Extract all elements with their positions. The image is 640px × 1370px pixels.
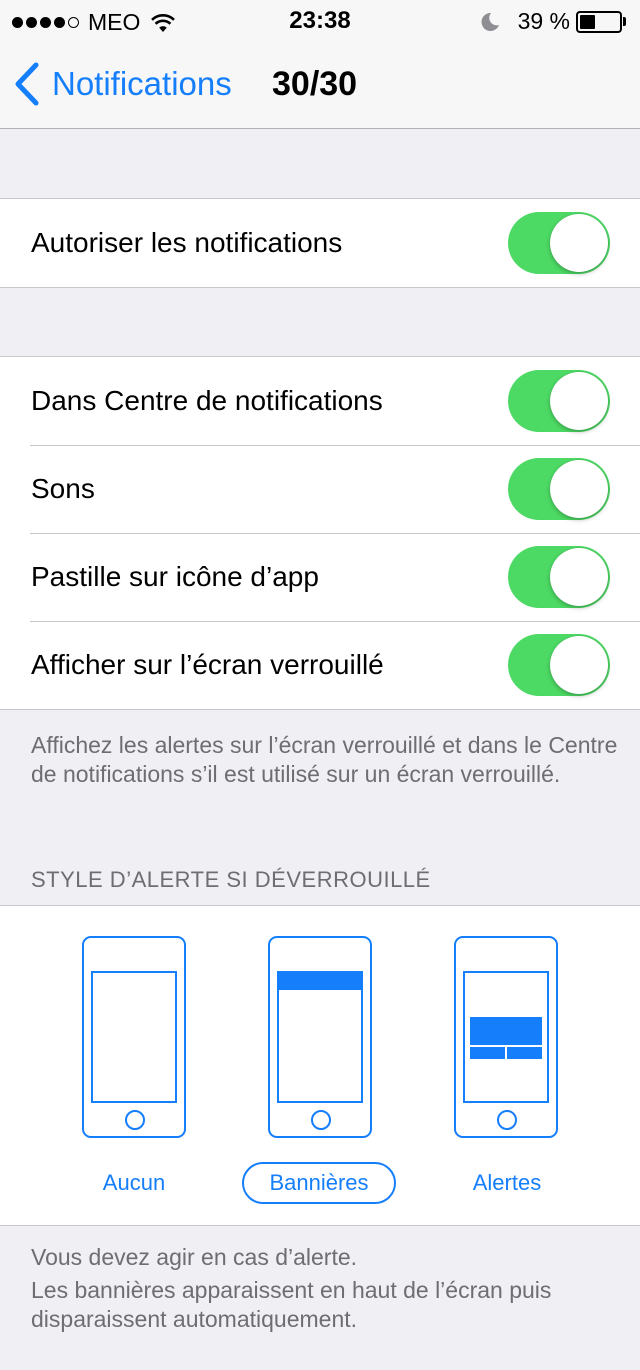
- phone-none-icon: [82, 936, 186, 1138]
- toggle-knob: [550, 548, 608, 606]
- allow-notifications-group: Autoriser les notifications: [0, 198, 640, 288]
- alert-style-picker: Aucun Bannières Alertes: [0, 905, 640, 1226]
- battery-percent: 39 %: [517, 8, 570, 34]
- back-button[interactable]: Notifications: [14, 62, 232, 106]
- battery-tip: [623, 17, 626, 26]
- alert-style-banners[interactable]: Bannières: [220, 906, 420, 1227]
- phone-banner-icon: [268, 936, 372, 1138]
- show-on-lock-screen-label: Afficher sur l’écran verrouillé: [31, 649, 384, 680]
- status-right: 39 %: [480, 8, 626, 35]
- navigation-bar: Notifications 30/30: [0, 40, 640, 129]
- banner-shape: [279, 973, 361, 990]
- show-on-lock-screen-toggle[interactable]: [508, 634, 610, 696]
- notification-center-row: Dans Centre de notifications: [0, 357, 640, 445]
- phone-screen: [463, 971, 549, 1103]
- sounds-toggle[interactable]: [508, 458, 610, 520]
- alert-style-alerts[interactable]: Alertes: [406, 906, 606, 1227]
- toggle-knob: [550, 636, 608, 694]
- alert-button-shape: [507, 1047, 542, 1059]
- alert-style-none[interactable]: Aucun: [34, 906, 234, 1227]
- sounds-label: Sons: [31, 473, 95, 504]
- alert-style-footer-2: Les bannières apparaissent en haut de l’…: [31, 1277, 552, 1332]
- allow-notifications-toggle[interactable]: [508, 212, 610, 274]
- moon-icon: [481, 12, 499, 31]
- lock-screen-footer: Affichez les alertes sur l’écran verroui…: [31, 732, 618, 787]
- alert-box-shape: [470, 1017, 542, 1045]
- chevron-left-icon: [15, 62, 39, 106]
- alert-style-footer-1: Vous devez agir en cas d’alerte.: [31, 1244, 358, 1270]
- badge-app-icon-row: Pastille sur icône d’app: [0, 533, 640, 621]
- sounds-row: Sons: [0, 445, 640, 533]
- alert-style-banners-label: Bannières: [242, 1162, 396, 1204]
- battery-fill: [580, 14, 595, 29]
- phone-screen: [277, 971, 363, 1103]
- notification-center-toggle[interactable]: [508, 370, 610, 432]
- toggle-knob: [550, 372, 608, 430]
- battery-icon: [576, 10, 622, 33]
- toggle-knob: [550, 214, 608, 272]
- notification-center-label: Dans Centre de notifications: [31, 385, 383, 416]
- home-button-icon: [497, 1110, 517, 1130]
- alert-button-shape: [470, 1047, 505, 1059]
- alert-style-alerts-label: Alertes: [472, 1170, 542, 1195]
- page-title: 30/30: [272, 65, 358, 103]
- back-label: Notifications: [52, 65, 232, 102]
- toggle-knob: [550, 460, 608, 518]
- show-on-lock-screen-row: Afficher sur l’écran verrouillé: [0, 621, 640, 709]
- home-button-icon: [311, 1110, 331, 1130]
- badge-app-icon-toggle[interactable]: [508, 546, 610, 608]
- status-bar: MEO 23:38 39 %: [0, 0, 640, 40]
- allow-notifications-label: Autoriser les notifications: [31, 227, 343, 258]
- alert-style-header: STYLE D’ALERTE SI DÉVERROUILLÉ: [31, 867, 431, 892]
- alert-style-none-label: Aucun: [102, 1170, 166, 1195]
- allow-notifications-row: Autoriser les notifications: [0, 199, 640, 287]
- phone-alert-icon: [454, 936, 558, 1138]
- badge-app-icon-label: Pastille sur icône d’app: [31, 561, 319, 592]
- phone-screen: [91, 971, 177, 1103]
- home-button-icon: [125, 1110, 145, 1130]
- notification-options-group: Dans Centre de notifications Sons Pastil…: [0, 356, 640, 710]
